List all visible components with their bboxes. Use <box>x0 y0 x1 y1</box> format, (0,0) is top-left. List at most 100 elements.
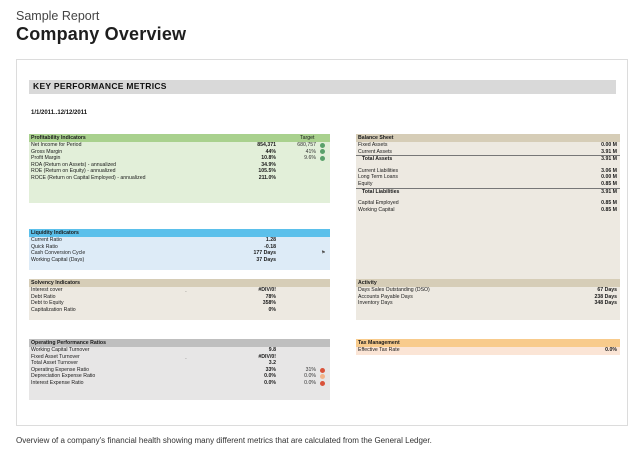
total-assets-label: Total Assets <box>362 156 393 163</box>
profitability-value: 34.9% <box>261 161 276 168</box>
liquidity-label: Cash Conversion Cycle <box>31 250 86 257</box>
operating-row: Operating Expense Ratio 33% 31% <box>29 367 330 374</box>
solvency-row: Capitalization Ratio 0% <box>29 307 330 314</box>
liquidity-value: 1.28 <box>265 237 276 243</box>
total-assets-value: 3.91 M <box>601 156 617 163</box>
operating-header: Operating Performance Ratios <box>29 339 330 347</box>
operating-row: Depreciation Expense Ratio 0.0% 0.0% <box>29 373 330 380</box>
profitability-value: 10.8% <box>261 155 276 162</box>
tax-rate-value: 0.0% <box>605 347 617 353</box>
status-red-icon <box>320 367 325 373</box>
profitability-label: ROCE (Return on Capital Employed) - annu… <box>31 174 146 181</box>
activity-label: Accounts Payable Days <box>358 293 413 300</box>
profitability-rows: Net Income for Period 854,371 680,757 Gross… <box>29 142 330 182</box>
operating-value: 3.2 <box>268 360 276 367</box>
operating-value: 9.8 <box>268 347 276 353</box>
profitability-row: ROCE (Return on Capital Employed) - annu… <box>29 175 330 182</box>
profitability-header: Profitability Indicators Target <box>29 134 330 142</box>
status-peach-icon <box>320 374 325 380</box>
profitability-value: 211.0% <box>258 174 276 181</box>
solvency-label: Interest cover <box>31 287 63 293</box>
fixed-assets-value: 0.00 M <box>601 142 617 148</box>
current-liabilities-label: Current Liabilities <box>358 167 399 174</box>
profitability-target: 680,757 <box>297 142 316 148</box>
activity-section: Activity Days Sales Outstanding (DSO) 67 … <box>356 279 620 320</box>
solvency-row: Interest cover #DIV/0! ˏ <box>29 287 330 294</box>
profitability-row: Net Income for Period 854,371 680,757 <box>29 142 330 149</box>
working-capital-row: Working Capital 0.85 M <box>356 207 620 214</box>
tax-section: Tax Management Effective Tax Rate 0.0% <box>356 339 620 355</box>
current-assets-row: Current Assets 3.91 M <box>356 149 620 156</box>
total-assets-row: Total Assets 3.91 M <box>356 155 620 162</box>
total-liabilities-row: Total Liabilities 3.91 M <box>356 187 620 195</box>
equity-row: Equity 0.85 M <box>356 181 620 188</box>
fixed-assets-row: Fixed Assets 0.00 M <box>356 142 620 149</box>
activity-row: Accounts Payable Days 238 Days <box>356 294 620 301</box>
activity-row: Days Sales Outstanding (DSO) 67 Days <box>356 287 620 294</box>
total-liabilities-value: 3.91 M <box>601 188 617 195</box>
operating-label: Total Asset Turnover <box>31 360 78 367</box>
liquidity-row: Working Capital (Days) 37 Days <box>29 257 330 264</box>
operating-row: Fixed Asset Turnover #DIV/0! ˏ <box>29 354 330 361</box>
target-header: Target <box>300 135 315 141</box>
activity-rows: Days Sales Outstanding (DSO) 67 Days Accou… <box>356 287 620 307</box>
operating-section: Operating Performance Ratios Working Cap… <box>29 339 330 400</box>
operating-value: 0.0% <box>264 379 276 386</box>
operating-value: #DIV/0! <box>258 353 276 360</box>
profitability-target: 9.6% <box>304 155 316 162</box>
liquidity-section: Liquidity Indicators Current Ratio 1.28 Qu… <box>29 229 330 270</box>
liquidity-row: Cash Conversion Cycle 177 Days ⚑ <box>29 250 330 257</box>
operating-label: Working Capital Turnover <box>31 347 90 353</box>
solvency-row: Debt Ratio 78% <box>29 294 330 301</box>
page-title: Company Overview <box>16 24 187 44</box>
flag-icon: ⚑ <box>321 250 326 257</box>
operating-target: 0.0% <box>304 379 316 386</box>
operating-label: Fixed Asset Turnover <box>31 353 80 360</box>
tax-rate-row: Effective Tax Rate 0.0% <box>356 347 620 354</box>
liquidity-label: Current Ratio <box>31 237 62 243</box>
solvency-label: Debt to Equity <box>31 300 64 307</box>
report-caption: Overview of a company's financial health… <box>16 436 432 445</box>
profitability-label: ROA (Return on Assets) - annualized <box>31 161 117 168</box>
operating-label: Interest Expense Ratio <box>31 379 84 386</box>
tax-header: Tax Management <box>356 339 620 347</box>
long-term-loans-row: Long Term Loans 0.00 M <box>356 174 620 181</box>
solvency-value: 358% <box>262 300 276 307</box>
status-green-icon <box>320 155 325 161</box>
liquidity-value: 37 Days <box>256 256 276 263</box>
profitability-section: Profitability Indicators Target Net Inco… <box>29 134 330 203</box>
equity-value: 0.85 M <box>601 180 617 187</box>
liquidity-rows: Current Ratio 1.28 Quick Ratio -0.18 Cash Co… <box>29 237 330 263</box>
capital-employed-row: Capital Employed 0.85 M <box>356 200 620 207</box>
activity-label: Days Sales Outstanding (DSO) <box>358 287 430 293</box>
working-capital-label: Working Capital <box>358 206 395 213</box>
kpi-title: KEY PERFORMANCE METRICS <box>33 81 167 91</box>
working-capital-value: 0.85 M <box>601 206 617 213</box>
operating-value: 33% <box>265 366 276 373</box>
profitability-target: 41% <box>305 148 316 155</box>
profitability-label: ROE (Return on Equity) - annualized <box>31 168 116 175</box>
profitability-value: 44% <box>265 148 276 155</box>
report-subtitle: Sample Report <box>16 9 100 23</box>
current-liabilities-value: 3.06 M <box>601 167 617 174</box>
tax-rate-label: Effective Tax Rate <box>358 347 400 353</box>
profitability-row: ROE (Return on Equity) - annualized 105.5… <box>29 168 330 175</box>
total-liabilities-label: Total Liabilities <box>362 188 400 195</box>
kpi-header-bar: KEY PERFORMANCE METRICS <box>29 80 616 94</box>
status-red-icon <box>320 380 325 386</box>
liquidity-header: Liquidity Indicators <box>29 229 330 237</box>
profitability-title: Profitability Indicators <box>31 135 86 141</box>
current-liabilities-row: Current Liabilities 3.06 M <box>356 168 620 175</box>
profitability-row: Gross Margin 44% 41% <box>29 149 330 156</box>
liquidity-label: Quick Ratio <box>31 243 58 250</box>
balance-sheet-header: Balance Sheet <box>356 134 620 142</box>
profitability-label: Net Income for Period <box>31 142 82 148</box>
solvency-label: Debt Ratio <box>31 293 56 300</box>
comment-marker-icon: ˏ <box>185 353 187 360</box>
date-range: 1/1/2011..12/12/2011 <box>31 110 88 116</box>
fixed-assets-label: Fixed Assets <box>358 142 388 148</box>
equity-label: Equity <box>358 180 373 187</box>
profitability-value: 105.5% <box>258 168 276 175</box>
operating-target: 31% <box>305 366 316 373</box>
solvency-label: Capitalization Ratio <box>31 306 76 313</box>
